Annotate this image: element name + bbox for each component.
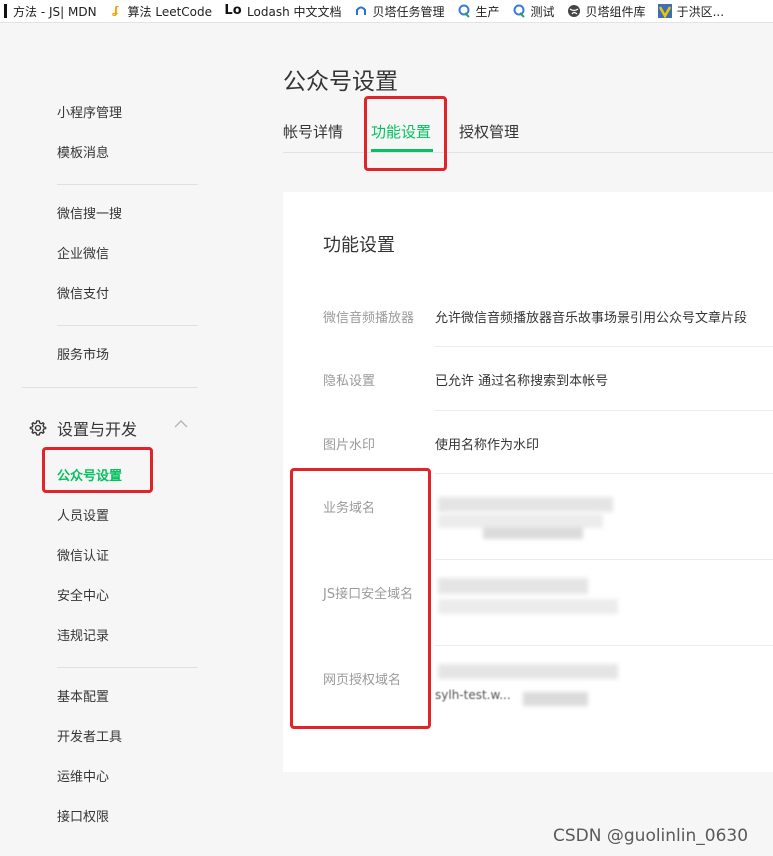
sidebar-item-security-center[interactable]: 安全中心: [57, 588, 109, 606]
highlight-box-sidebar: [42, 447, 153, 493]
sidebar-item-wechat-verify[interactable]: 微信认证: [57, 548, 109, 566]
row-divider: [435, 473, 773, 474]
bar-icon: [4, 4, 7, 18]
sidebar-item-template-msg[interactable]: 模板消息: [57, 145, 109, 163]
card-title: 功能设置: [323, 235, 395, 256]
sidebar-item-staff-settings[interactable]: 人员设置: [57, 508, 109, 526]
row-value-watermark: 使用名称作为水印: [435, 438, 540, 453]
tab-account-details[interactable]: 帐号详情: [283, 121, 343, 142]
bookmarks-bar: 方法 - JS| MDN ʆ 算法 LeetCode Lo Lodash 中文文…: [0, 0, 773, 23]
sidebar-divider: [57, 184, 198, 185]
redacted-fragment: sylh-test.w...: [435, 688, 511, 702]
sidebar-item-wechat-pay[interactable]: 微信支付: [57, 286, 109, 304]
redacted-value: [438, 578, 588, 594]
bookmark-prod[interactable]: 生产: [457, 3, 500, 20]
bookmark-test[interactable]: 测试: [512, 3, 555, 20]
algorithm-icon: ʆ: [112, 4, 119, 17]
sidebar-divider: [57, 325, 198, 326]
row-divider: [435, 645, 773, 646]
sidebar-section-settings-dev[interactable]: 设置与开发: [29, 416, 137, 440]
sidebar-item-wechat-search[interactable]: 微信搜一搜: [57, 206, 122, 224]
redacted-value: [438, 497, 613, 512]
highlight-box-tab: [364, 96, 447, 171]
redacted-value: [438, 514, 603, 528]
q-logo-icon: [512, 4, 526, 18]
bookmark-components[interactable]: 贝塔组件库: [567, 3, 646, 20]
redacted-value: [438, 599, 618, 614]
row-label-privacy: 隐私设置: [323, 374, 376, 389]
sidebar-item-api-permissions[interactable]: 接口权限: [57, 809, 109, 827]
bookmark-lodash[interactable]: Lo Lodash 中文文档: [224, 3, 341, 20]
bookmark-yuhong[interactable]: 于洪区...: [657, 3, 724, 20]
sidebar-divider: [22, 387, 198, 388]
sidebar-item-miniprogram[interactable]: 小程序管理: [57, 105, 122, 123]
section-title: 设置与开发: [57, 420, 138, 439]
sidebar-item-violation-records[interactable]: 违规记录: [57, 628, 109, 646]
q-logo-icon: [457, 4, 471, 18]
sidebar-item-basic-config[interactable]: 基本配置: [57, 689, 109, 707]
bookmark-task[interactable]: 贝塔任务管理: [354, 3, 445, 20]
tab-bar: 帐号详情 功能设置 授权管理: [283, 118, 773, 153]
lodash-logo-icon: Lo: [224, 3, 242, 18]
chevron-up-icon[interactable]: [174, 419, 188, 429]
bookmark-leetcode[interactable]: ʆ 算法 LeetCode: [109, 3, 213, 20]
row-label-audio-player: 微信音频播放器: [323, 311, 415, 326]
sidebar-item-service-market[interactable]: 服务市场: [57, 347, 109, 365]
row-value-privacy: 已允许 通过名称搜索到本帐号: [435, 374, 609, 389]
row-divider: [435, 346, 773, 347]
row-divider: [435, 559, 773, 560]
row-divider: [435, 410, 773, 411]
redacted-value: [523, 692, 588, 706]
sidebar-item-ops-center[interactable]: 运维中心: [57, 769, 109, 787]
gear-icon: [29, 420, 47, 436]
highlight-box-domains: [290, 468, 431, 729]
v-logo-icon: [657, 4, 672, 19]
bookmark-mdn[interactable]: 方法 - JS| MDN: [4, 3, 97, 20]
row-label-watermark: 图片水印: [323, 438, 376, 453]
sidebar-divider: [57, 667, 198, 668]
watermark: CSDN @guolinlin_0630: [553, 826, 749, 846]
tab-authorization[interactable]: 授权管理: [459, 121, 519, 142]
sidebar-item-dev-tools[interactable]: 开发者工具: [57, 729, 122, 747]
redacted-value: [483, 527, 583, 539]
globe-icon: [567, 4, 581, 18]
redacted-value: [438, 664, 618, 679]
sidebar-item-enterprise-wechat[interactable]: 企业微信: [57, 246, 109, 264]
row-value-audio-player: 允许微信音频播放器音乐故事场景引用公众号文章片段: [435, 311, 748, 326]
cloud-icon: [354, 4, 368, 18]
sidebar: 小程序管理 模板消息 微信搜一搜 企业微信 微信支付 服务市场 设置与开发 公众…: [0, 23, 222, 856]
page-title: 公众号设置: [283, 69, 398, 95]
